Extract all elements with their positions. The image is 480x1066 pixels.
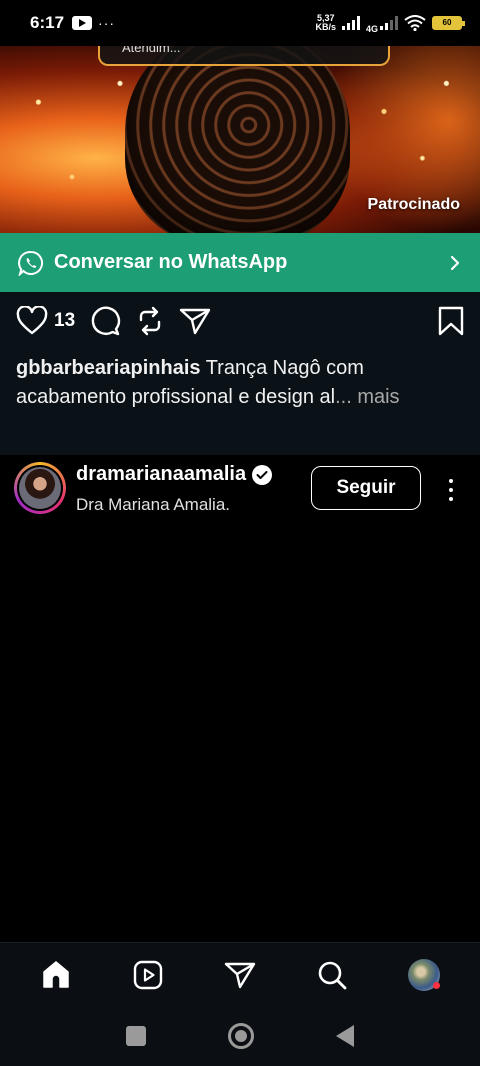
bookmark-icon[interactable] [438, 306, 464, 336]
system-nav-bar [0, 1006, 480, 1066]
signal-strength-2-icon [380, 16, 398, 30]
avatar [19, 467, 61, 509]
status-time: 6:17 [30, 13, 65, 32]
share-icon[interactable] [179, 306, 211, 336]
whatsapp-cta-button[interactable]: Conversar no WhatsApp [0, 233, 480, 292]
reels-icon [133, 960, 163, 989]
nav-search[interactable] [308, 951, 356, 999]
ad-image-banner: Atendim... [98, 46, 390, 66]
braided-hair-photo [125, 46, 350, 233]
story-ring[interactable] [14, 462, 66, 514]
chevron-right-icon [450, 255, 460, 270]
next-post-subtitle: Dra Mariana Amalia. [76, 495, 231, 514]
next-post-username[interactable]: dramarianaamalia [76, 463, 246, 486]
nav-profile[interactable] [400, 951, 448, 999]
whatsapp-cta-label: Conversar no WhatsApp [54, 251, 288, 273]
verified-badge-icon [252, 464, 273, 485]
like-count[interactable]: 13 [54, 310, 75, 332]
next-post: dramarianaamalia Dra Mariana Amalia. Seg… [0, 455, 480, 942]
nav-direct[interactable] [216, 951, 264, 999]
status-bar: 6:17 ··· 5,37 KB/s 4G 60 [0, 0, 480, 46]
more-options-icon[interactable] [441, 475, 461, 505]
caption-username[interactable]: gbbarbeariapinhais [16, 357, 201, 379]
heart-icon[interactable] [16, 306, 48, 336]
more-notifications-icon: ··· [98, 15, 116, 31]
home-button-icon[interactable] [228, 1023, 254, 1049]
search-icon [318, 961, 347, 989]
battery-level: 60 [442, 18, 452, 27]
battery-icon: 60 [432, 16, 465, 30]
sponsored-label: Patrocinado [367, 196, 460, 213]
direct-icon [224, 962, 256, 988]
post-caption[interactable]: gbbarbeariapinhais Trança Nagô com acaba… [16, 354, 460, 412]
repost-icon[interactable] [135, 306, 165, 336]
ad-image-banner-text: Atendim... [122, 46, 181, 55]
recent-apps-icon[interactable] [126, 1026, 146, 1046]
ad-image[interactable]: Atendim... Patrocinado [0, 46, 480, 233]
network-speed-unit: KB/s [315, 22, 336, 32]
post-footer: 13 gbbarbeariapinhais Trança Nagô com ac… [0, 292, 480, 455]
signal-strength-icon [341, 16, 360, 30]
comment-icon[interactable] [89, 305, 121, 337]
post-actions: 13 [16, 306, 464, 336]
follow-button[interactable]: Seguir [311, 466, 421, 510]
wifi-icon [404, 15, 426, 31]
bottom-nav [0, 942, 480, 1006]
home-icon [43, 960, 69, 988]
notification-dot [433, 981, 440, 989]
network-type: 4G [365, 24, 378, 34]
back-icon[interactable] [336, 1025, 354, 1047]
whatsapp-icon [18, 250, 43, 276]
like-action: 13 [16, 306, 75, 336]
next-post-username-row[interactable]: dramarianaamalia [76, 463, 273, 486]
caption-more-link[interactable]: ... mais [335, 386, 399, 408]
nav-home[interactable] [32, 951, 80, 999]
network-speed: 5,37 KB/s [315, 14, 336, 32]
nav-reels[interactable] [124, 951, 172, 999]
youtube-notification-icon [72, 16, 93, 30]
